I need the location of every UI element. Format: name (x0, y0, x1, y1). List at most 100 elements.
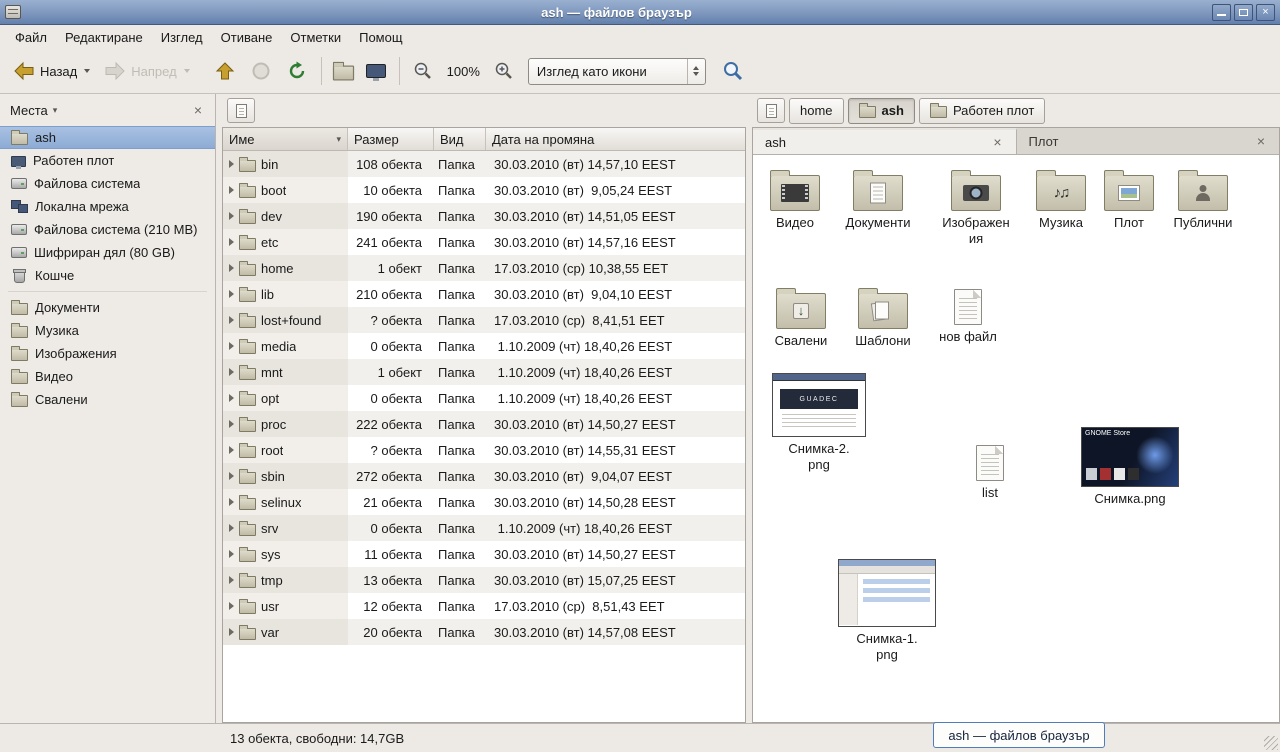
table-row[interactable]: lost+found? обектаПапка17.03.2010 (ср) 8… (223, 307, 745, 333)
column-header-name[interactable]: Име ▾ (223, 128, 348, 150)
table-row[interactable]: media0 обектаПапка 1.10.2009 (чт) 18,40,… (223, 333, 745, 359)
sidebar-item-4[interactable]: Файлова система (210 MB) (0, 218, 215, 241)
expander-icon[interactable] (229, 628, 234, 636)
sidebar-close-button[interactable]: × (191, 102, 205, 118)
resize-grip[interactable] (1264, 736, 1278, 750)
table-row[interactable]: proc222 обектаПапка30.03.2010 (вт) 14,50… (223, 411, 745, 437)
search-button[interactable] (716, 54, 750, 88)
table-row[interactable]: selinux21 обектаПапка30.03.2010 (вт) 14,… (223, 489, 745, 515)
sidebar-item-3[interactable]: Локална мрежа (0, 195, 215, 218)
sidebar-item-11[interactable]: Свалени (0, 388, 215, 411)
sidebar-item-6[interactable]: Кошче (0, 264, 215, 287)
maximize-button[interactable] (1234, 4, 1253, 21)
table-row[interactable]: opt0 обектаПапка 1.10.2009 (чт) 18,40,26… (223, 385, 745, 411)
icon-view-item[interactable]: GNOME StoreСнимка.png (1079, 427, 1181, 507)
path-button-ash[interactable]: ash (848, 98, 915, 124)
expander-icon[interactable] (229, 186, 234, 194)
table-row[interactable]: home1 обектПапка17.03.2010 (ср) 10,38,55… (223, 255, 745, 281)
column-header-size[interactable]: Размер (348, 128, 434, 150)
sidebar-item-7[interactable]: Документи (0, 296, 215, 319)
sidebar-item-10[interactable]: Видео (0, 365, 215, 388)
stop-button[interactable] (244, 54, 278, 88)
menu-file[interactable]: Файл (6, 27, 56, 48)
expander-icon[interactable] (229, 290, 234, 298)
table-row[interactable]: sbin272 обектаПапка30.03.2010 (вт) 9,04,… (223, 463, 745, 489)
computer-button[interactable] (360, 54, 392, 88)
expander-icon[interactable] (229, 264, 234, 272)
icon-view-item[interactable]: Видео (755, 167, 835, 231)
menu-help[interactable]: Помощ (350, 27, 411, 48)
column-header-type[interactable]: Вид (434, 128, 486, 150)
minimize-button[interactable] (1212, 4, 1231, 21)
table-row[interactable]: etc241 обектаПапка30.03.2010 (вт) 14,57,… (223, 229, 745, 255)
up-button[interactable] (208, 54, 242, 88)
path-button-desktop[interactable]: Работен плот (919, 98, 1045, 124)
icon-view-item[interactable]: Изображения (934, 167, 1018, 246)
expander-icon[interactable] (229, 368, 234, 376)
tab-close-icon[interactable]: × (991, 135, 1003, 149)
expander-icon[interactable] (229, 342, 234, 350)
icon-view-item[interactable]: ↓Свалени (761, 285, 841, 349)
expander-icon[interactable] (229, 160, 234, 168)
reload-button[interactable] (280, 54, 314, 88)
table-row[interactable]: mnt1 обектПапка 1.10.2009 (чт) 18,40,26 … (223, 359, 745, 385)
expander-icon[interactable] (229, 212, 234, 220)
table-row[interactable]: srv0 обектаПапка 1.10.2009 (чт) 18,40,26… (223, 515, 745, 541)
table-row[interactable]: sys11 обектаПапка30.03.2010 (вт) 14,50,2… (223, 541, 745, 567)
icon-view-item[interactable]: нов файл (928, 285, 1008, 345)
sidebar-item-8[interactable]: Музика (0, 319, 215, 342)
expander-icon[interactable] (229, 472, 234, 480)
pathbar-root-button[interactable] (757, 98, 785, 123)
table-row[interactable]: root? обектаПапка30.03.2010 (вт) 14,55,3… (223, 437, 745, 463)
column-header-date[interactable]: Дата на промяна (486, 128, 745, 150)
expander-icon[interactable] (229, 602, 234, 610)
icon-view-item[interactable]: ♪♫Музика (1021, 167, 1101, 231)
table-row[interactable]: tmp13 обектаПапка30.03.2010 (вт) 15,07,2… (223, 567, 745, 593)
expander-icon[interactable] (229, 550, 234, 558)
expander-icon[interactable] (229, 498, 234, 506)
menu-edit[interactable]: Редактиране (56, 27, 152, 48)
tab-ash[interactable]: ash × (753, 128, 1017, 154)
icon-view-item[interactable]: Плот (1091, 167, 1167, 231)
table-row[interactable]: var20 обектаПапка30.03.2010 (вт) 14,57,0… (223, 619, 745, 645)
zoom-out-button[interactable] (407, 54, 439, 88)
close-button[interactable]: × (1256, 4, 1275, 21)
expander-icon[interactable] (229, 394, 234, 402)
expander-icon[interactable] (229, 446, 234, 454)
expander-icon[interactable] (229, 420, 234, 428)
back-button[interactable]: Назад (7, 54, 96, 88)
table-row[interactable]: bin108 обектаПапка30.03.2010 (вт) 14,57,… (223, 151, 745, 177)
expander-icon[interactable] (229, 524, 234, 532)
table-row[interactable]: usr12 обектаПапка17.03.2010 (ср) 8,51,43… (223, 593, 745, 619)
table-row[interactable]: boot10 обектаПапка30.03.2010 (вт) 9,05,2… (223, 177, 745, 203)
forward-button[interactable]: Напред (98, 54, 195, 88)
expander-icon[interactable] (229, 238, 234, 246)
table-row[interactable]: dev190 обектаПапка30.03.2010 (вт) 14,51,… (223, 203, 745, 229)
menu-go[interactable]: Отиване (212, 27, 282, 48)
icon-view-item[interactable]: Шаблони (843, 285, 923, 349)
places-menu-button[interactable]: Места ▾ (10, 103, 57, 118)
tab-desktop[interactable]: Плот × (1017, 128, 1280, 154)
menu-view[interactable]: Изглед (152, 27, 212, 48)
icon-view-item[interactable]: GUADECСнимка-2.png (769, 373, 869, 472)
home-button[interactable] (329, 54, 358, 88)
icon-view-item[interactable]: Документи (837, 167, 919, 231)
location-toggle-button[interactable] (227, 98, 255, 123)
sidebar-item-9[interactable]: Изображения (0, 342, 215, 365)
icon-view-item[interactable]: Снимка-1.png (837, 559, 937, 662)
icon-view-item[interactable]: list (949, 441, 1031, 501)
icon-view[interactable]: ВидеоДокументиИзображения♪♫МузикаПлотПуб… (753, 155, 1279, 722)
view-mode-select[interactable]: Изглед като икони (528, 58, 706, 85)
sidebar-item-1[interactable]: Работен плот (0, 149, 215, 172)
tree-body[interactable]: bin108 обектаПапка30.03.2010 (вт) 14,57,… (223, 151, 745, 722)
sidebar-item-2[interactable]: Файлова система (0, 172, 215, 195)
table-row[interactable]: lib210 обектаПапка30.03.2010 (вт) 9,04,1… (223, 281, 745, 307)
path-button-home[interactable]: home (789, 98, 844, 124)
sidebar-item-0[interactable]: ash (0, 126, 215, 149)
sidebar-item-5[interactable]: Шифриран дял (80 GB) (0, 241, 215, 264)
tab-close-icon[interactable]: × (1255, 134, 1267, 148)
expander-icon[interactable] (229, 316, 234, 324)
expander-icon[interactable] (229, 576, 234, 584)
icon-view-item[interactable]: Публични (1161, 167, 1245, 231)
menu-bookmarks[interactable]: Отметки (281, 27, 350, 48)
